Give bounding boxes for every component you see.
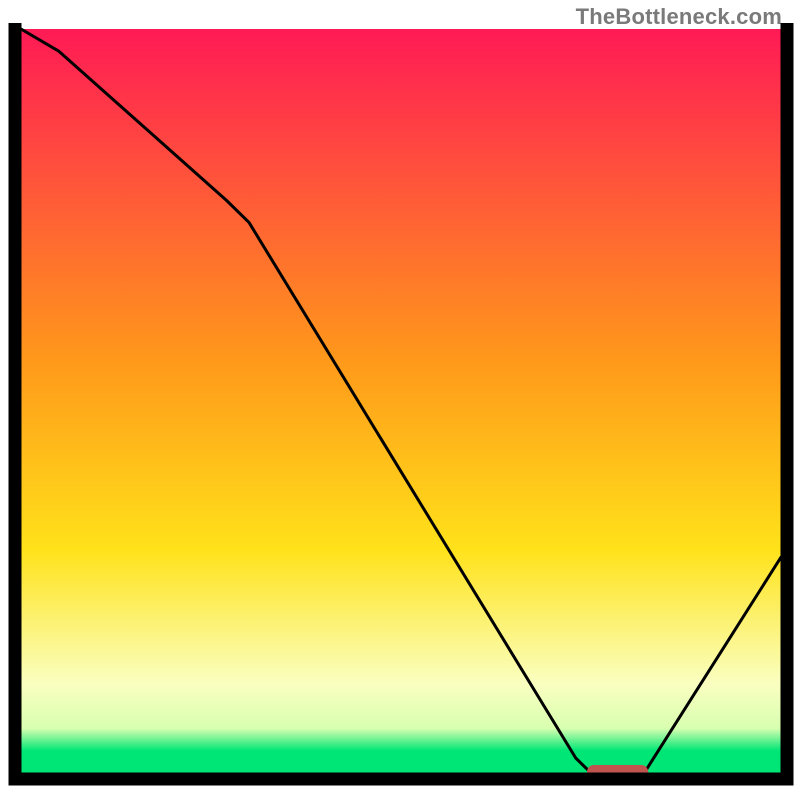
bottleneck-chart <box>0 0 800 800</box>
plot-background <box>21 29 781 773</box>
